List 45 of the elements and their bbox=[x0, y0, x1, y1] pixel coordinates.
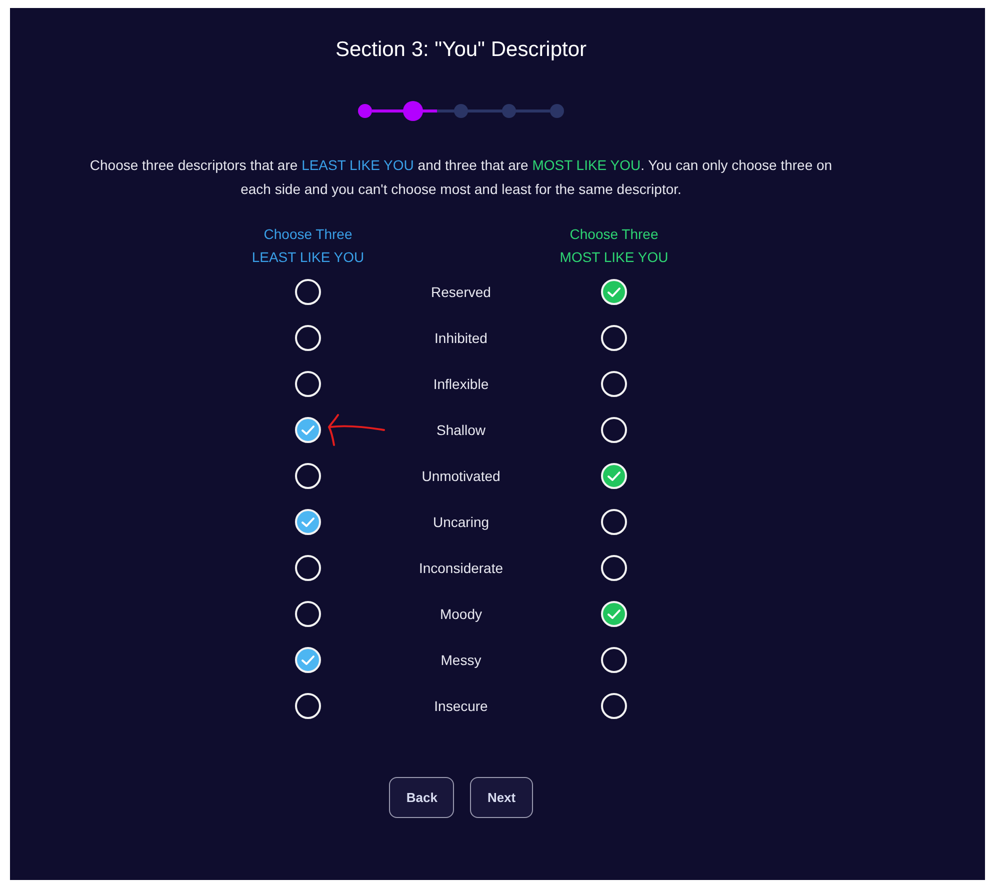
descriptor-label: Inhibited bbox=[434, 330, 488, 346]
descriptor-label: Uncaring bbox=[432, 514, 490, 530]
least-radio[interactable] bbox=[295, 601, 321, 627]
column-heading: Choose Three bbox=[570, 225, 658, 244]
instruction-text: Choose three descriptors that are LEAST LIKE YOU and three that are MOST LIKE YOU. You can only choose three on each side and you can't choose most and least for the same descriptor. bbox=[88, 156, 834, 199]
descriptor-label: Moody bbox=[440, 606, 482, 622]
check-icon bbox=[607, 470, 621, 482]
check-icon bbox=[301, 516, 315, 528]
least-radio[interactable] bbox=[295, 463, 321, 489]
column-heading: LEAST LIKE YOU bbox=[252, 248, 364, 267]
annotation-arrow bbox=[326, 413, 386, 447]
least-radio[interactable] bbox=[295, 279, 321, 305]
most-radio[interactable] bbox=[601, 555, 627, 581]
column-heading: Choose Three bbox=[264, 225, 352, 244]
least-radio[interactable] bbox=[295, 325, 321, 351]
descriptor-label: Messy bbox=[440, 652, 482, 668]
least-radio[interactable] bbox=[295, 509, 321, 535]
most-radio[interactable] bbox=[601, 279, 627, 305]
most-radio[interactable] bbox=[601, 509, 627, 535]
least-radio[interactable] bbox=[295, 417, 321, 443]
most-radio[interactable] bbox=[601, 693, 627, 719]
next-button[interactable]: Next bbox=[470, 777, 533, 818]
least-radio[interactable] bbox=[295, 555, 321, 581]
descriptor-label: Shallow bbox=[436, 422, 486, 438]
descriptor-label: Unmotivated bbox=[422, 468, 500, 484]
most-radio[interactable] bbox=[601, 325, 627, 351]
descriptor-label: Reserved bbox=[431, 284, 491, 300]
column-heading: MOST LIKE YOU bbox=[560, 248, 668, 267]
back-button[interactable]: Back bbox=[389, 777, 454, 818]
most-radio[interactable] bbox=[601, 417, 627, 443]
descriptor-label: Inflexible bbox=[433, 376, 489, 392]
most-radio[interactable] bbox=[601, 371, 627, 397]
least-radio[interactable] bbox=[295, 647, 321, 673]
descriptor-label: Insecure bbox=[434, 698, 488, 714]
check-icon bbox=[301, 654, 315, 666]
section-title: Section 3: "You" Descriptor bbox=[335, 38, 587, 63]
descriptor-label: Inconsiderate bbox=[418, 560, 504, 576]
check-icon bbox=[301, 424, 315, 436]
least-radio[interactable] bbox=[295, 693, 321, 719]
least-radio[interactable] bbox=[295, 371, 321, 397]
check-icon bbox=[607, 608, 621, 620]
most-radio[interactable] bbox=[601, 647, 627, 673]
most-radio[interactable] bbox=[601, 463, 627, 489]
most-radio[interactable] bbox=[601, 601, 627, 627]
check-icon bbox=[607, 286, 621, 298]
